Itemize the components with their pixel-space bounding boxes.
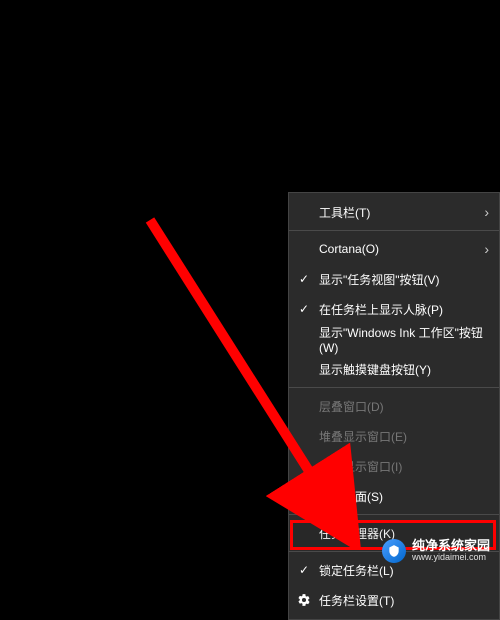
menu-separator (289, 387, 499, 388)
menu-item-label: 在任务栏上显示人脉(P) (319, 301, 443, 318)
menu-item-label: 显示触摸键盘按钮(Y) (319, 361, 431, 378)
watermark-logo-icon (382, 539, 406, 563)
menu-item-label: 堆叠显示窗口(E) (319, 428, 407, 445)
menu-item-label: Cortana(O) (319, 242, 379, 256)
menu-item-label: 锁定任务栏(L) (319, 562, 394, 579)
menu-item-toolbars[interactable]: 工具栏(T) (289, 197, 499, 227)
watermark-title: 纯净系统家园 (412, 539, 490, 553)
menu-item-stacked: 堆叠显示窗口(E) (289, 421, 499, 451)
gear-icon (297, 593, 311, 607)
menu-item-cascade: 层叠窗口(D) (289, 391, 499, 421)
menu-separator (289, 514, 499, 515)
check-icon: ✓ (299, 563, 309, 577)
menu-item-taskbar-settings[interactable]: 任务栏设置(T) (289, 585, 499, 615)
check-icon: ✓ (299, 272, 309, 286)
menu-item-ink[interactable]: 显示"Windows Ink 工作区"按钮(W) (289, 324, 499, 354)
menu-item-people[interactable]: ✓ 在任务栏上显示人脉(P) (289, 294, 499, 324)
menu-separator (289, 230, 499, 231)
menu-item-label: 显示桌面(S) (319, 488, 383, 505)
menu-item-label: 显示"任务视图"按钮(V) (319, 271, 440, 288)
menu-item-cortana[interactable]: Cortana(O) (289, 234, 499, 264)
watermark: 纯净系统家园 www.yidaimei.com (382, 539, 490, 563)
menu-item-show-desktop[interactable]: 显示桌面(S) (289, 481, 499, 511)
menu-item-touch-keyboard[interactable]: 显示触摸键盘按钮(Y) (289, 354, 499, 384)
menu-item-task-view[interactable]: ✓ 显示"任务视图"按钮(V) (289, 264, 499, 294)
menu-item-label: 任务栏设置(T) (319, 592, 394, 609)
watermark-url: www.yidaimei.com (412, 553, 490, 563)
menu-item-label: 显示"Windows Ink 工作区"按钮(W) (319, 324, 489, 355)
menu-item-label: 并排显示窗口(I) (319, 458, 402, 475)
menu-item-label: 层叠窗口(D) (319, 398, 384, 415)
menu-item-side-by-side: 并排显示窗口(I) (289, 451, 499, 481)
check-icon: ✓ (299, 302, 309, 316)
menu-item-label: 工具栏(T) (319, 204, 370, 221)
